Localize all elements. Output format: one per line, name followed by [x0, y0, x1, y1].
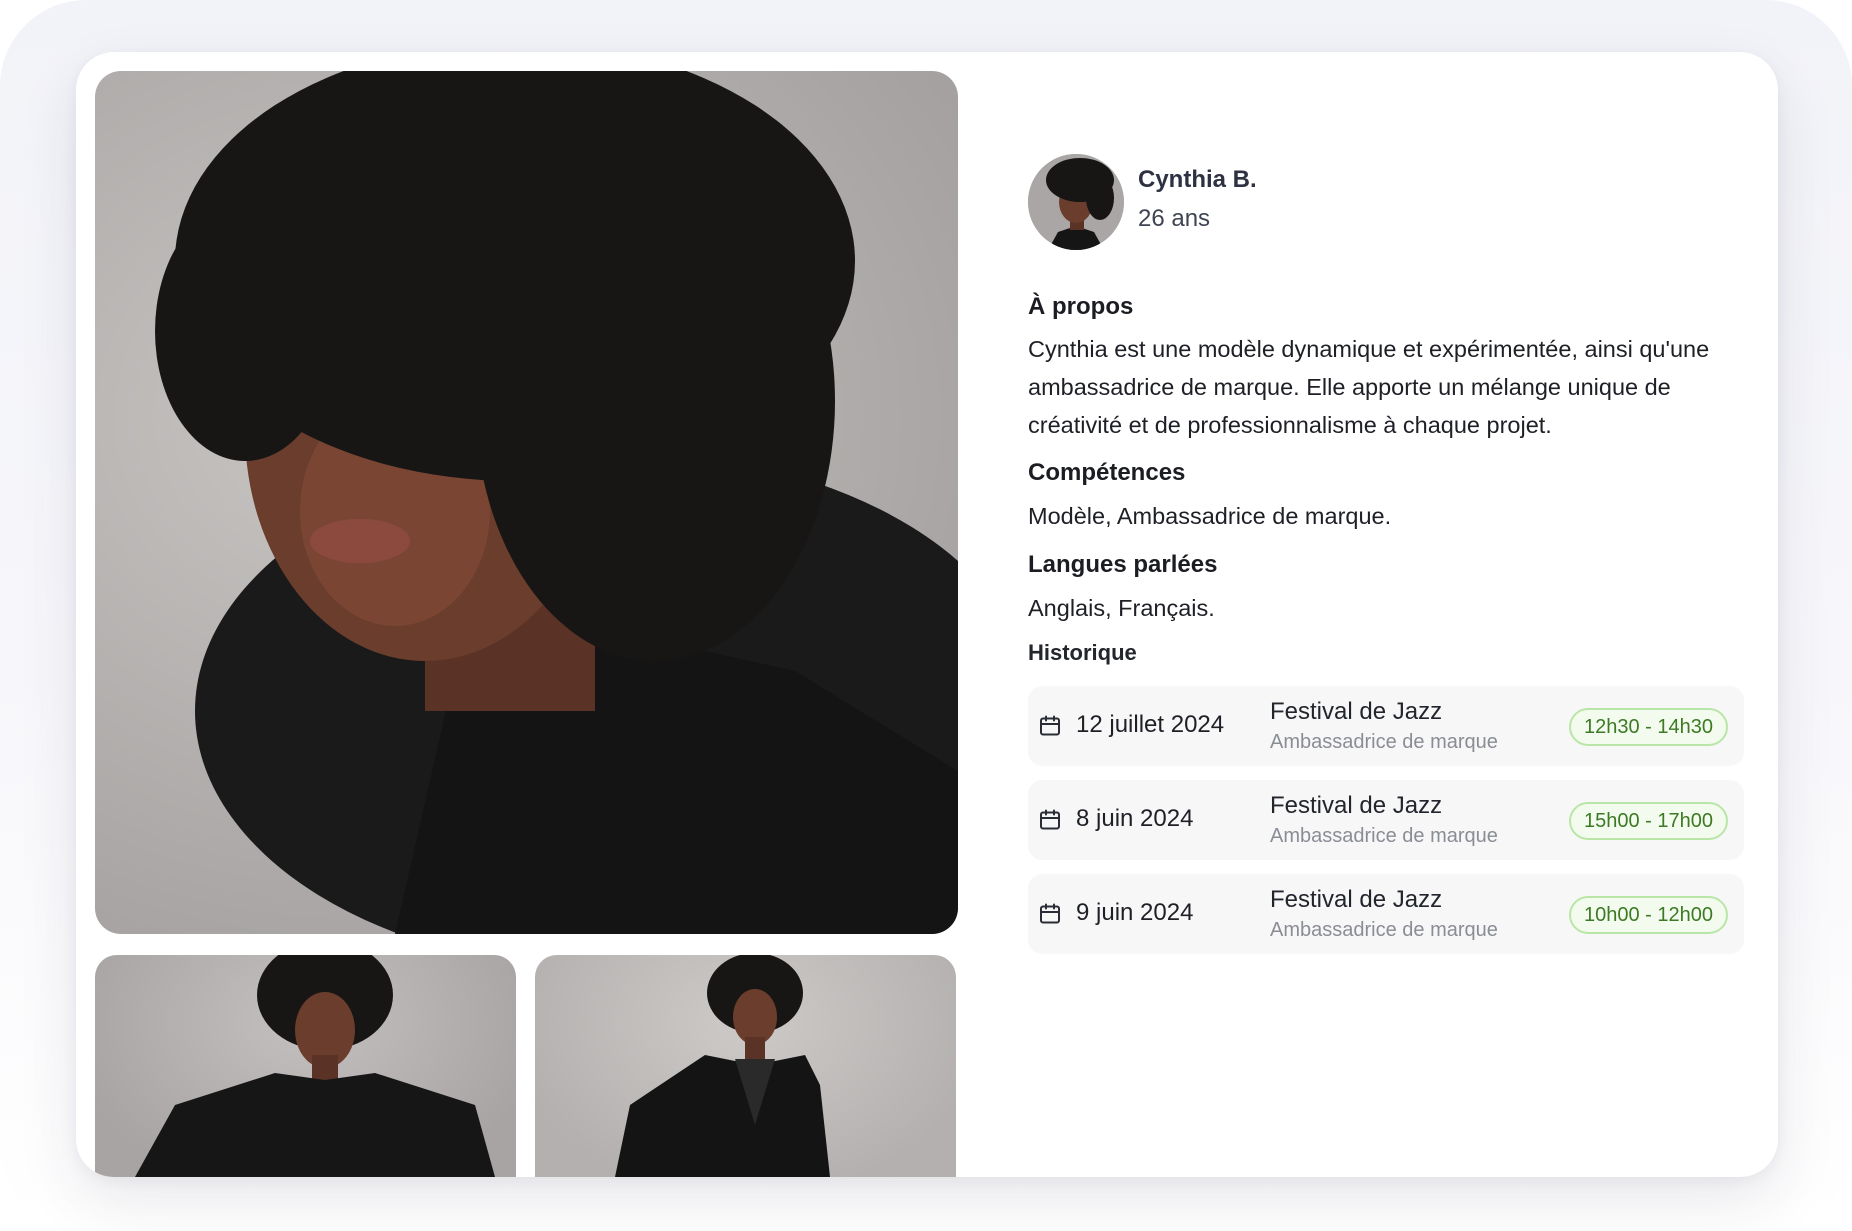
history-date: 12 juillet 2024	[1076, 711, 1225, 738]
history-role: Ambassadrice de marque	[1270, 825, 1498, 847]
calendar-icon	[1038, 808, 1062, 832]
languages-text: Anglais, Français.	[1028, 595, 1215, 621]
skills-text: Modèle, Ambassadrice de marque.	[1028, 503, 1392, 529]
page-background: Cynthia B. 26 ans À propos Cynthia est u…	[0, 0, 1852, 1231]
about-title: À propos	[1028, 293, 1134, 320]
history-date: 8 juin 2024	[1076, 805, 1194, 832]
time-badge: 15h00 - 17h00	[1568, 802, 1728, 840]
time-badge: 10h00 - 12h00	[1568, 896, 1728, 934]
about-text: Cynthia est une modèle dynamique et expé…	[1028, 336, 1710, 438]
history-role: Ambassadrice de marque	[1270, 919, 1498, 941]
calendar-icon	[1038, 714, 1062, 738]
history-event: Festival de Jazz	[1270, 792, 1443, 819]
history-row[interactable]: 8 juin 2024 Festival de Jazz Ambassadric…	[1028, 780, 1744, 860]
history-title: Historique	[1028, 640, 1137, 665]
profile-card: Cynthia B. 26 ans À propos Cynthia est u…	[76, 52, 1778, 1177]
history-event: Festival de Jazz	[1270, 698, 1443, 725]
history-date: 9 juin 2024	[1076, 899, 1194, 926]
thumbnail-photo-2[interactable]	[535, 955, 956, 1177]
skills-title: Compétences	[1028, 459, 1186, 486]
main-portrait-photo[interactable]	[95, 71, 958, 934]
history-role: Ambassadrice de marque	[1270, 731, 1498, 753]
calendar-icon	[1038, 902, 1062, 926]
profile-name: Cynthia B.	[1138, 166, 1257, 193]
avatar[interactable]	[1028, 154, 1124, 250]
languages-title: Langues parlées	[1028, 551, 1218, 578]
history-row[interactable]: 12 juillet 2024 Festival de Jazz Ambassa…	[1028, 686, 1744, 766]
history-row[interactable]: 9 juin 2024 Festival de Jazz Ambassadric…	[1028, 874, 1744, 954]
time-badge: 12h30 - 14h30	[1568, 708, 1728, 746]
thumbnail-photo-1[interactable]	[95, 955, 516, 1177]
profile-age: 26 ans	[1138, 205, 1211, 232]
history-event: Festival de Jazz	[1270, 886, 1443, 913]
